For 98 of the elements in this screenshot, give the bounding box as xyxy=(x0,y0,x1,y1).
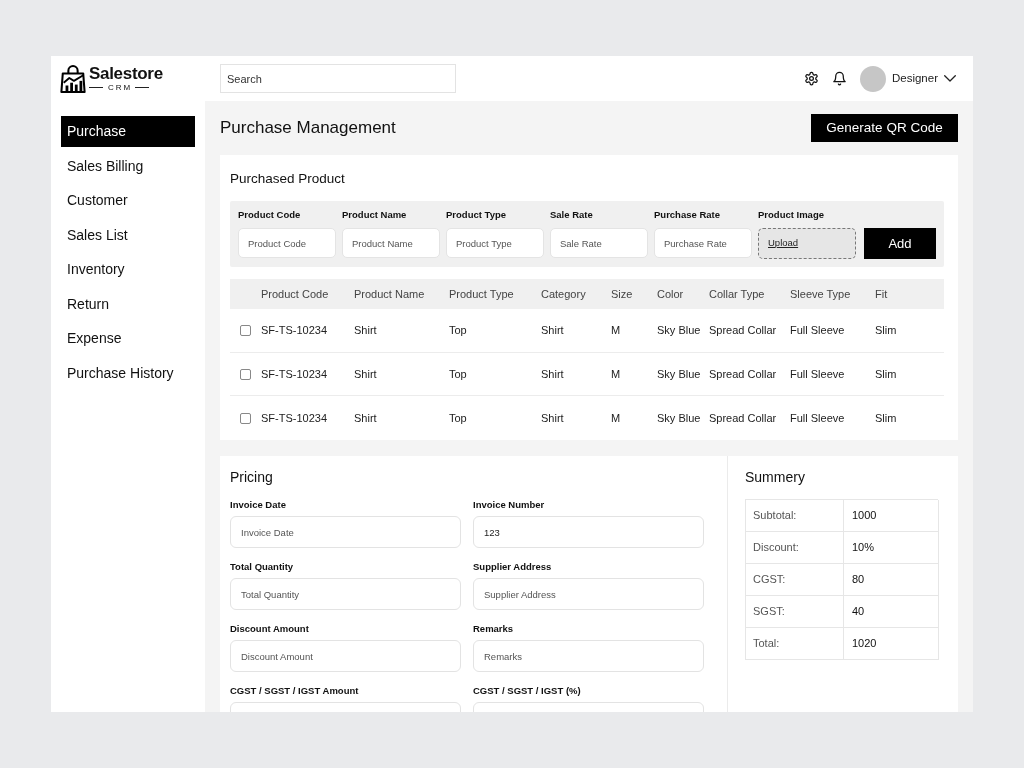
table-cell-text: Sky Blue xyxy=(657,366,702,382)
table-cell-text: Top xyxy=(449,410,468,426)
table-cell-text: Shirt xyxy=(354,323,378,339)
table-cell-text: Shirt xyxy=(354,366,378,382)
column-header: Collar Type xyxy=(709,286,766,302)
generate-qr-code-button[interactable]: Generate QR Code xyxy=(811,114,958,142)
column-header: Category xyxy=(541,286,587,302)
column-header: Product Code xyxy=(261,286,330,302)
input-field[interactable]: Total Quantity xyxy=(230,578,461,610)
section-title: Pricing xyxy=(230,468,274,487)
bell-icon[interactable] xyxy=(831,71,847,86)
page-title: Purchase Management xyxy=(220,117,396,140)
column-header: Sleeve Type xyxy=(790,286,852,302)
table-cell-text: Sky Blue xyxy=(657,410,702,426)
field-label: Product Image xyxy=(758,209,825,221)
field-label: Total Quantity xyxy=(230,561,295,573)
sidebar-item[interactable]: Expense xyxy=(61,323,195,354)
table-cell-text: Spread Collar xyxy=(709,366,778,382)
table-cell: SGST: xyxy=(746,596,844,628)
checkbox[interactable] xyxy=(240,324,251,336)
field-label: CGST / SGST / IGST Amount xyxy=(230,685,360,697)
table-cell: Discount: xyxy=(746,532,844,564)
table-cell: Subtotal: xyxy=(746,500,844,532)
table-cell-text: Slim xyxy=(875,410,898,426)
chevron-down-icon[interactable] xyxy=(944,75,956,82)
column-header: Size xyxy=(611,286,634,302)
field-label: Product Type xyxy=(446,209,507,221)
table-cell-text: Slim xyxy=(875,323,898,339)
input-field[interactable]: Invoice Date xyxy=(230,516,461,548)
field-label: CGST / SGST / IGST (%) xyxy=(473,685,582,697)
table-cell-text: SF-TS-10234 xyxy=(261,366,329,382)
table-cell-text: SF-TS-10234 xyxy=(261,323,329,339)
logo-wordmark: Salestore xyxy=(89,65,163,83)
table-cell-text: Shirt xyxy=(541,410,565,426)
table-cell: 1000 xyxy=(844,500,939,532)
field-label: Invoice Date xyxy=(230,499,287,511)
sidebar-item[interactable]: Sales List xyxy=(61,219,195,251)
field-label: Product Name xyxy=(342,209,408,221)
table-cell-text: Sky Blue xyxy=(657,323,702,339)
input-field[interactable]: Purchase Rate xyxy=(654,228,752,258)
sidebar-item[interactable]: Return xyxy=(61,288,195,320)
sidebar-item[interactable]: Inventory xyxy=(61,254,195,285)
settings-icon[interactable] xyxy=(803,71,819,86)
column-header: Product Type xyxy=(449,286,515,302)
upload-link[interactable]: Upload xyxy=(768,236,799,251)
field-label: Purchase Rate xyxy=(654,209,721,221)
table-cell: 1020 xyxy=(844,628,939,660)
table-cell-text: Top xyxy=(449,323,468,339)
input-field[interactable]: Supplier Address xyxy=(473,578,704,610)
sidebar-item[interactable]: Customer xyxy=(61,185,195,216)
logo-tagline: CRM xyxy=(107,83,133,92)
table-cell-text: Spread Collar xyxy=(709,323,778,339)
table-cell-text: Top xyxy=(449,366,468,382)
upload-dropzone[interactable]: Upload xyxy=(758,228,856,259)
section-title: Purchased Product xyxy=(230,170,346,188)
field-label: Discount Amount xyxy=(230,623,310,635)
section-title: Summery xyxy=(745,468,806,487)
column-header: Color xyxy=(657,286,685,302)
field-label: Product Code xyxy=(238,209,302,221)
input-field[interactable]: Product Code xyxy=(238,228,336,258)
table-cell: 40 xyxy=(844,596,939,628)
table-cell-text: Shirt xyxy=(541,366,565,382)
table-cell-text: Full Sleeve xyxy=(790,410,846,426)
table-cell-text: Slim xyxy=(875,366,898,382)
search-field[interactable]: Search xyxy=(220,64,456,93)
column-header: Product Name xyxy=(354,286,426,302)
column-header: Fit xyxy=(875,286,889,302)
input-field[interactable]: Remarks xyxy=(473,640,704,672)
table-cell-text: SF-TS-10234 xyxy=(261,410,329,426)
add-button[interactable]: Add xyxy=(864,228,936,259)
shopping-bag-chart-icon xyxy=(60,63,86,94)
table-cell-text: Shirt xyxy=(541,323,565,339)
table-cell: Total: xyxy=(746,628,844,660)
table-cell-text: M xyxy=(611,323,622,339)
user-name[interactable]: Designer xyxy=(891,69,938,88)
input-field[interactable]: 123 xyxy=(473,516,704,548)
field-label: Supplier Address xyxy=(473,561,553,573)
sidebar-item[interactable]: Purchase History xyxy=(61,357,195,389)
field-label: Invoice Number xyxy=(473,499,546,511)
table-cell: CGST: xyxy=(746,564,844,596)
table-cell-text: M xyxy=(611,410,622,426)
input-field[interactable]: Sale Rate xyxy=(550,228,648,258)
table-cell: 10% xyxy=(844,532,939,564)
table-cell: 80 xyxy=(844,564,939,596)
table-cell-text: Spread Collar xyxy=(709,410,778,426)
checkbox[interactable] xyxy=(240,412,251,424)
table-cell-text: Shirt xyxy=(354,410,378,426)
table-cell-text: Full Sleeve xyxy=(790,366,846,382)
checkbox[interactable] xyxy=(240,368,251,380)
input-field[interactable]: Product Type xyxy=(446,228,544,258)
input-field[interactable]: Discount Amount xyxy=(230,640,461,672)
field-label: Remarks xyxy=(473,623,515,635)
table-cell-text: M xyxy=(611,366,622,382)
table-cell-text: Full Sleeve xyxy=(790,323,846,339)
field-label: Sale Rate xyxy=(550,209,594,221)
sidebar-item[interactable]: Purchase xyxy=(61,116,195,147)
sidebar-item[interactable]: Sales Billing xyxy=(61,150,195,182)
input-field[interactable]: Product Name xyxy=(342,228,440,258)
